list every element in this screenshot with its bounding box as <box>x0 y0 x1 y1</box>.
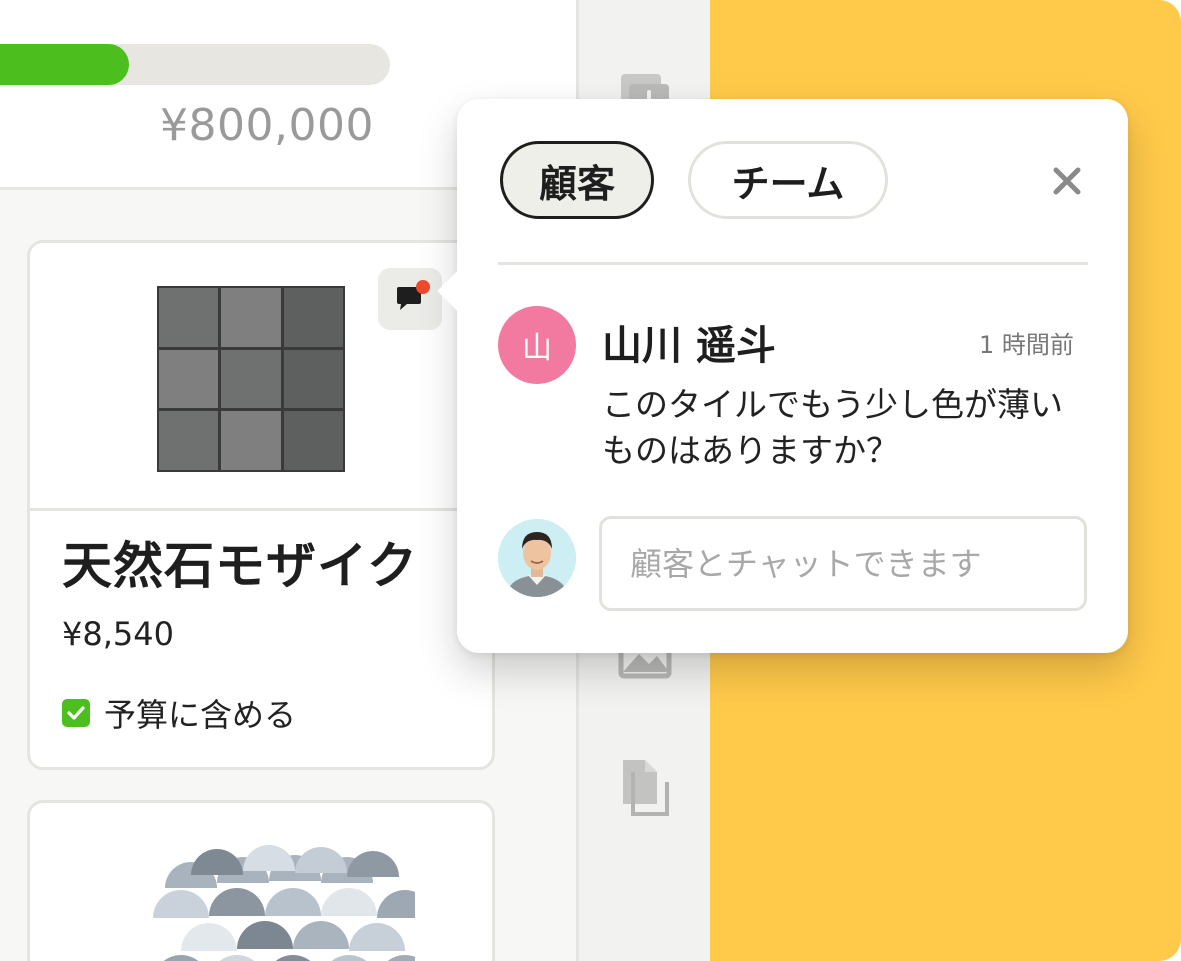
product-price: ¥8,540 <box>62 615 174 653</box>
fish-scale-mosaic-image <box>153 845 415 961</box>
include-in-budget-label: 予算に含める <box>104 696 297 734</box>
unread-dot <box>416 280 430 294</box>
chat-popover: 顧客 チーム 山 山川 遥斗 1 時間前 このタイルでもう少し色が薄いものはあり… <box>437 99 1128 653</box>
divider <box>498 262 1088 265</box>
product-chat-button[interactable] <box>378 268 442 330</box>
stone-mosaic-tile-image <box>157 286 345 472</box>
checkmark-icon[interactable] <box>62 699 90 727</box>
current-user-avatar <box>498 519 576 597</box>
documents-icon[interactable] <box>617 758 673 820</box>
close-button[interactable] <box>1047 161 1087 201</box>
product-card[interactable] <box>27 800 495 961</box>
tab-team[interactable]: チーム <box>688 141 888 219</box>
tab-customer[interactable]: 顧客 <box>500 141 654 219</box>
budget-amount: ¥800,000 <box>160 100 374 151</box>
close-icon <box>1053 167 1081 195</box>
message-author: 山川 遥斗 <box>602 323 776 369</box>
product-name: 天然石モザイク <box>62 537 418 595</box>
message-timestamp: 1 時間前 <box>979 331 1074 359</box>
budget-progress-bar <box>0 44 390 85</box>
budget-progress-fill <box>0 44 129 85</box>
message-text: このタイルでもう少し色が薄いものはありますか？ <box>602 385 1064 470</box>
include-in-budget-checkbox[interactable]: 予算に含める <box>62 690 296 736</box>
chat-input[interactable] <box>599 516 1087 611</box>
avatar: 山 <box>498 306 576 384</box>
